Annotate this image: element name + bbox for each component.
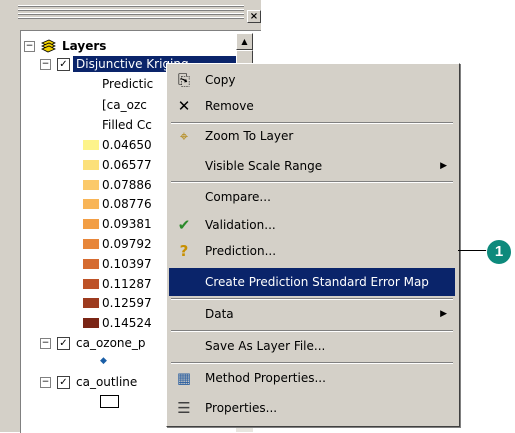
remove-icon: ✕ (177, 97, 191, 115)
zoom-to-layer-icon: ⌖ (179, 127, 189, 145)
legend-class-value: 0.11287 (102, 276, 152, 291)
legend-color-swatch (83, 258, 99, 269)
point-symbol-icon: ◆ (100, 356, 107, 366)
menu-item-save-as-layer-file[interactable]: Save As Layer File... (169, 332, 455, 360)
menu-item-properties[interactable]: ☰ Properties... (169, 394, 455, 422)
validation-icon: ✔ (177, 216, 191, 234)
menu-item-validation[interactable]: ✔ Validation... (169, 211, 455, 239)
menu-item-label: Copy (205, 73, 236, 87)
submenu-arrow-icon: ▶ (440, 161, 447, 171)
legend-color-swatch (83, 179, 99, 190)
method-properties-icon: ▦ (176, 369, 192, 387)
layers-expander[interactable]: − (24, 41, 35, 52)
legend-class-value: 0.14524 (102, 316, 152, 331)
legend-color-swatch (83, 140, 99, 150)
prediction-icon: ? (179, 242, 189, 260)
menu-item-label: Zoom To Layer (205, 129, 294, 143)
callout-number-badge: 1 (486, 239, 512, 265)
close-button[interactable]: × (247, 10, 261, 23)
legend-class-value: 0.12597 (102, 296, 152, 311)
menu-item-label: Create Prediction Standard Error Map (205, 275, 429, 289)
layer-expander[interactable]: − (40, 377, 51, 388)
layer-expander[interactable]: − (40, 59, 51, 70)
menu-item-compare[interactable]: Compare... (169, 183, 455, 211)
layers-icon (40, 39, 56, 53)
menu-item-label: Visible Scale Range (205, 159, 323, 173)
layer-sublabel-source: [ca_ozc (102, 98, 147, 112)
layers-root-row[interactable]: − Layers (21, 37, 236, 55)
menu-item-label: Method Properties... (205, 371, 326, 385)
menu-item-data[interactable]: Data ▶ (169, 300, 455, 328)
menu-item-label: Remove (205, 99, 254, 113)
copy-icon: ⎘ (177, 71, 190, 89)
legend-class-value: 0.09381 (102, 217, 152, 232)
layer-sublabel-prediction: Predictic (102, 77, 154, 91)
layer-visibility-checkbox[interactable]: ✓ (57, 58, 70, 71)
menu-item-copy[interactable]: ⎘ Copy (169, 66, 455, 94)
menu-item-prediction[interactable]: ? Prediction... (169, 237, 455, 265)
menu-item-visible-scale-range[interactable]: Visible Scale Range ▶ (169, 152, 455, 180)
layer-sublabel-filled: Filled Cc (102, 118, 152, 132)
legend-class-value: 0.04650 (102, 138, 152, 152)
menu-item-label: Compare... (205, 190, 271, 204)
legend-color-swatch (83, 318, 99, 329)
legend-class-value: 0.08776 (102, 197, 152, 212)
menu-item-zoom-to-layer[interactable]: ⌖ Zoom To Layer (169, 122, 455, 150)
panel-grip[interactable] (18, 5, 244, 19)
scroll-thumb[interactable] (236, 50, 253, 64)
layer-label: ca_ozone_p (76, 336, 146, 350)
legend-color-swatch (83, 239, 99, 249)
menu-item-method-properties[interactable]: ▦ Method Properties... (169, 364, 455, 392)
submenu-arrow-icon: ▶ (440, 309, 447, 319)
legend-class-value: 0.09792 (102, 237, 152, 251)
legend-color-swatch (83, 278, 99, 289)
layer-label: ca_outline (76, 375, 138, 389)
legend-color-swatch (83, 159, 99, 170)
menu-item-remove[interactable]: ✕ Remove (169, 92, 455, 120)
legend-color-swatch (83, 298, 99, 309)
properties-icon: ☰ (177, 399, 191, 417)
legend-class-value: 0.06577 (102, 157, 152, 172)
menu-item-label: Data (205, 307, 234, 321)
polygon-symbol-icon (100, 395, 119, 408)
menu-item-create-prediction-standard-error-map[interactable]: Create Prediction Standard Error Map (169, 268, 455, 296)
layer-visibility-checkbox[interactable]: ✓ (57, 337, 70, 350)
legend-color-swatch (83, 199, 99, 210)
menu-item-label: Properties... (205, 401, 278, 415)
menu-item-label: Prediction... (205, 244, 277, 258)
layer-visibility-checkbox[interactable]: ✓ (57, 376, 70, 389)
layer-expander[interactable]: − (40, 338, 51, 349)
panel-titlebar[interactable]: × (18, 0, 261, 26)
layers-label: Layers (62, 39, 107, 53)
scroll-up-arrow-icon[interactable]: ▲ (236, 33, 253, 50)
menu-item-label: Validation... (205, 218, 276, 232)
menu-item-label: Save As Layer File... (205, 339, 326, 353)
legend-class-value: 0.10397 (102, 256, 152, 271)
layer-context-menu: ⎘ Copy ✕ Remove ⌖ Zoom To Layer Visible … (166, 63, 460, 427)
legend-color-swatch (83, 219, 99, 230)
legend-class-value: 0.07886 (102, 177, 152, 192)
